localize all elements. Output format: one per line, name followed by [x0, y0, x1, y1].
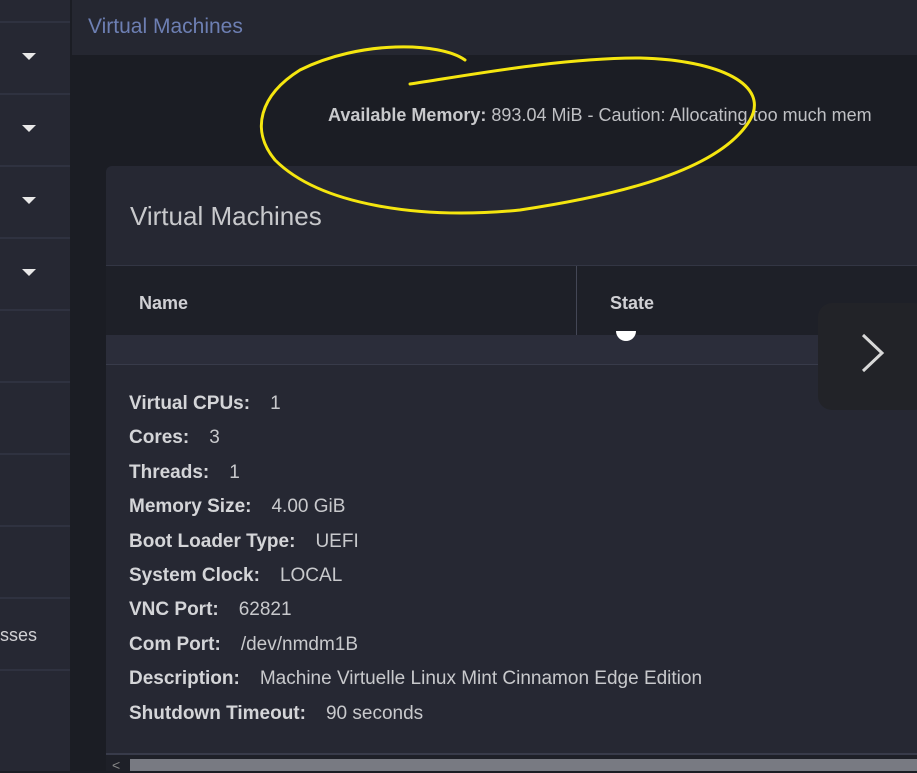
detail-row: Memory Size: 4.00 GiB [129, 496, 702, 530]
detail-value: LOCAL [279, 564, 343, 586]
table-header: Name State [106, 265, 917, 336]
scrollbar-thumb[interactable] [130, 759, 917, 771]
detail-label: Threads: [129, 461, 210, 483]
detail-value: 90 seconds [325, 702, 424, 724]
detail-row: Boot Loader Type: UEFI [129, 531, 702, 565]
sidebar-item-label: sses [0, 625, 38, 645]
detail-value: /dev/nmdm1B [240, 633, 359, 655]
sidebar-item-addresses[interactable]: sses [0, 599, 70, 671]
chevron-right-icon [861, 333, 885, 373]
caret-down-icon[interactable] [22, 125, 36, 132]
memory-label: Available Memory: [328, 105, 487, 125]
sidebar-item-8[interactable] [0, 527, 70, 599]
sidebar-item-4[interactable] [0, 239, 70, 311]
available-memory-notice: Available Memory: 893.04 MiB - Caution: … [328, 105, 872, 126]
detail-label: Cores: [129, 427, 190, 449]
detail-row: Virtual CPUs: 1 [129, 393, 702, 427]
detail-value: 62821 [238, 599, 292, 621]
horizontal-scrollbar[interactable]: < [106, 753, 917, 773]
sidebar: sses [0, 0, 70, 771]
page-title[interactable]: Virtual Machines [88, 15, 243, 39]
detail-row: System Clock: LOCAL [129, 565, 702, 599]
state-indicator-icon [616, 331, 636, 341]
detail-label: Memory Size: [129, 496, 252, 518]
detail-label: Shutdown Timeout: [129, 702, 306, 724]
detail-label: System Clock: [129, 564, 260, 586]
detail-row: Shutdown Timeout: 90 seconds [129, 703, 702, 737]
table-row[interactable] [106, 331, 917, 365]
detail-row: VNC Port: 62821 [129, 599, 702, 633]
next-button[interactable] [818, 303, 917, 410]
vm-details: Virtual CPUs: 1 Cores: 3 Threads: 1 Memory Siz… [129, 393, 702, 737]
detail-row: Com Port: /dev/nmdm1B [129, 634, 702, 668]
memory-text: 893.04 MiB - Caution: Allocating too muc… [491, 105, 872, 125]
sidebar-item-1[interactable] [0, 23, 70, 95]
column-header-state[interactable]: State [610, 293, 654, 314]
detail-value: UEFI [315, 530, 359, 552]
detail-value: 3 [209, 427, 220, 449]
sidebar-item-7[interactable] [0, 455, 70, 527]
detail-value: Machine Virtuelle Linux Mint Cinnamon Ed… [259, 668, 703, 690]
sidebar-item-3[interactable] [0, 167, 70, 239]
breadcrumb-bar: Virtual Machines [72, 0, 917, 55]
detail-value: 1 [270, 393, 281, 414]
detail-value: 4.00 GiB [271, 496, 346, 518]
card-title: Virtual Machines [130, 201, 322, 231]
caret-down-icon[interactable] [22, 269, 36, 276]
sidebar-item[interactable] [0, 0, 70, 23]
detail-row: Threads: 1 [129, 462, 702, 496]
sidebar-item-6[interactable] [0, 383, 70, 455]
sidebar-item-2[interactable] [0, 95, 70, 167]
detail-row: Cores: 3 [129, 427, 702, 461]
detail-label: Boot Loader Type: [129, 530, 296, 552]
detail-row: Description: Machine Virtuelle Linux Mint… [129, 668, 702, 702]
detail-label: Com Port: [129, 633, 221, 655]
detail-value: 1 [229, 461, 240, 483]
detail-label: Description: [129, 668, 240, 690]
vm-card: Virtual Machines Name State Virtual CPUs… [106, 166, 917, 773]
column-header-name[interactable]: Name [139, 293, 188, 314]
caret-down-icon[interactable] [22, 53, 36, 60]
sidebar-item-5[interactable] [0, 311, 70, 383]
column-divider[interactable] [576, 266, 577, 336]
detail-label: VNC Port: [129, 599, 219, 621]
detail-label: Virtual CPUs: [129, 393, 251, 414]
caret-down-icon[interactable] [22, 197, 36, 204]
